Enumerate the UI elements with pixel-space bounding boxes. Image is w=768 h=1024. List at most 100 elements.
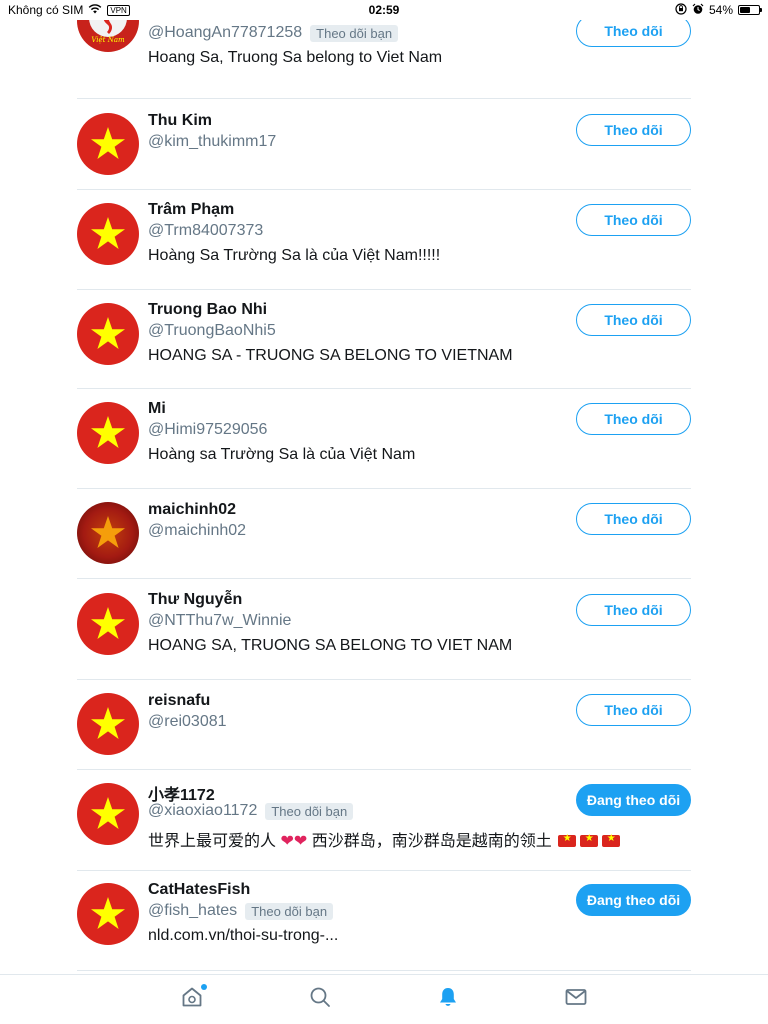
handle-line: @xiaoxiao1172 Theo dõi bạn [148, 802, 354, 820]
vietnam-flag-icon[interactable] [77, 783, 139, 845]
handle-line: @NTThu7w_Winnie [148, 612, 291, 630]
status-bar-left: Không có SIM VPN [8, 3, 130, 17]
row-divider [77, 189, 691, 190]
user-handle: @NTThu7w_Winnie [148, 612, 292, 629]
messages-envelope-icon [564, 985, 588, 1014]
user-name[interactable]: Trâm Phạm [148, 201, 234, 219]
home-badge-dot [201, 983, 207, 990]
orientation-lock-icon [675, 2, 687, 18]
handle-line: @TruongBaoNhi5 [148, 322, 276, 340]
user-row[interactable]: CatHatesFish @fish_hates Theo dõi bạn nld.c… [77, 872, 691, 962]
row-divider [77, 769, 691, 770]
user-handle: @fish_hates [148, 902, 238, 919]
vietnam-flag-icon[interactable] [77, 593, 139, 655]
user-name[interactable]: Thư Nguyễn [148, 591, 242, 609]
follows-you-badge: Theo dõi bạn [265, 802, 354, 820]
user-name[interactable]: Truong Bao Nhi [148, 301, 267, 319]
tab-home[interactable] [128, 975, 256, 1024]
battery-icon [738, 5, 762, 15]
user-bio: HOANG SA, TRUONG SA BELONG TO VIET NAM [148, 637, 513, 654]
tab-bar [0, 974, 768, 1024]
handle-line: @Himi97529056 [148, 421, 267, 439]
user-row[interactable]: Thư Nguyễn @NTThu7w_Winnie HOANG SA, TRUON… [77, 582, 691, 672]
handle-line: @HoangAn77871258 Theo dõi bạn [148, 24, 399, 42]
user-name[interactable]: Thu Kim [148, 112, 212, 130]
user-bio: Hoàng Sa Trường Sa là của Việt Nam!!!!! [148, 247, 441, 264]
status-bar: Không có SIM VPN 02:59 54% [0, 0, 768, 20]
vietnam-flag-icon[interactable] [77, 693, 139, 755]
user-row[interactable]: Truong Bao Nhi @TruongBaoNhi5 HOANG SA - T… [77, 292, 691, 382]
user-row[interactable]: Mi @Himi97529056 Hoàng sa Trường Sa là của… [77, 391, 691, 481]
vietnam-flag-dark-icon[interactable] [77, 502, 139, 564]
svg-text:Việt Nam: Việt Nam [91, 36, 125, 44]
user-bio: Hoàng sa Trường Sa là của Việt Nam [148, 446, 416, 463]
follow-button[interactable]: Theo dõi [576, 594, 691, 626]
vietnam-flag-icon[interactable] [77, 203, 139, 265]
tab-search[interactable] [256, 975, 384, 1024]
follow-button[interactable]: Theo dõi [576, 503, 691, 535]
user-handle: @xiaoxiao1172 [148, 802, 258, 819]
bio-text-part: 世界上最可爱的人 [148, 833, 277, 850]
status-bar-right: 54% [675, 2, 762, 18]
user-row[interactable]: Thu Kim @kim_thukimm17 Theo dõi [77, 102, 691, 192]
vietnam-flag-emoji-icon [580, 833, 599, 847]
user-handle: @maichinh02 [148, 522, 247, 539]
vietnam-flag-emoji-icon [602, 833, 621, 847]
user-name[interactable]: CatHatesFish [148, 881, 250, 899]
user-handle: @Himi97529056 [148, 421, 268, 438]
notifications-bell-icon [436, 985, 460, 1014]
following-button[interactable]: Đang theo dõi [576, 884, 691, 916]
following-button[interactable]: Đang theo dõi [576, 784, 691, 816]
vpn-badge: VPN [107, 4, 130, 16]
tab-notifications[interactable] [384, 975, 512, 1024]
follow-button[interactable]: Theo dõi [576, 204, 691, 236]
row-divider [77, 388, 691, 389]
user-handle: @Trm84007373 [148, 222, 264, 239]
home-icon [180, 985, 204, 1014]
user-handle: @HoangAn77871258 [148, 24, 303, 41]
row-divider [77, 679, 691, 680]
user-handle: @TruongBaoNhi5 [148, 322, 276, 339]
follow-button[interactable]: Theo dõi [576, 304, 691, 336]
handle-line: @rei03081 [148, 713, 227, 731]
bio-text-part: 西沙群岛，南沙群岛是越南的领土 [311, 833, 552, 850]
user-row[interactable]: 小孝1172 @xiaoxiao1172 Theo dõi bạn 世界上最可爱的人 … [77, 772, 691, 862]
vietnam-flag-emoji-icon [558, 833, 577, 847]
battery-level [740, 7, 750, 13]
tab-messages[interactable] [512, 975, 640, 1024]
battery-percent: 54% [708, 3, 733, 17]
user-bio: nld.com.vn/thoi-su-trong-... [148, 927, 339, 944]
user-bio: HOANG SA - TRUONG SA BELONG TO VIETNAM [148, 347, 513, 364]
vietnam-flag-icon[interactable] [77, 303, 139, 365]
row-divider [77, 488, 691, 489]
row-divider [77, 98, 691, 99]
follow-button[interactable]: Theo dõi [576, 114, 691, 146]
user-handle: @kim_thukimm17 [148, 133, 277, 150]
search-icon [308, 985, 332, 1014]
vietnam-flag-icon[interactable] [77, 113, 139, 175]
follow-button[interactable]: Theo dõi [576, 403, 691, 435]
user-name[interactable]: Mi [148, 400, 166, 418]
user-row[interactable]: reisnafu @rei03081 Theo dõi [77, 682, 691, 772]
user-name[interactable]: reisnafu [148, 692, 210, 710]
handle-line: @fish_hates Theo dõi bạn [148, 902, 334, 920]
user-row[interactable]: maichinh02 @maichinh02 Theo dõi [77, 491, 691, 581]
handle-line: @kim_thukimm17 [148, 133, 276, 151]
follows-you-badge: Theo dõi bạn [310, 24, 399, 42]
vietnam-flag-icon[interactable] [77, 883, 139, 945]
vietnam-flag-icon[interactable] [77, 402, 139, 464]
handle-line: @Trm84007373 [148, 222, 263, 240]
row-divider [77, 289, 691, 290]
user-row[interactable]: Trâm Phạm @Trm84007373 Hoàng Sa Trường Sa … [77, 192, 691, 282]
row-divider [77, 870, 691, 871]
alarm-icon [692, 3, 704, 18]
row-divider [77, 578, 691, 579]
user-bio: Hoang Sa, Truong Sa belong to Viet Nam [148, 49, 443, 66]
heart-emoji-icon: ❤❤ [280, 833, 308, 850]
user-name[interactable]: maichinh02 [148, 501, 236, 519]
row-divider [77, 970, 691, 971]
follows-you-badge: Theo dõi bạn [245, 902, 334, 920]
user-bio: 世界上最可爱的人 ❤❤ 西沙群岛，南沙群岛是越南的领土 [148, 827, 622, 851]
follow-button[interactable]: Theo dõi [576, 694, 691, 726]
wifi-icon [88, 3, 102, 17]
